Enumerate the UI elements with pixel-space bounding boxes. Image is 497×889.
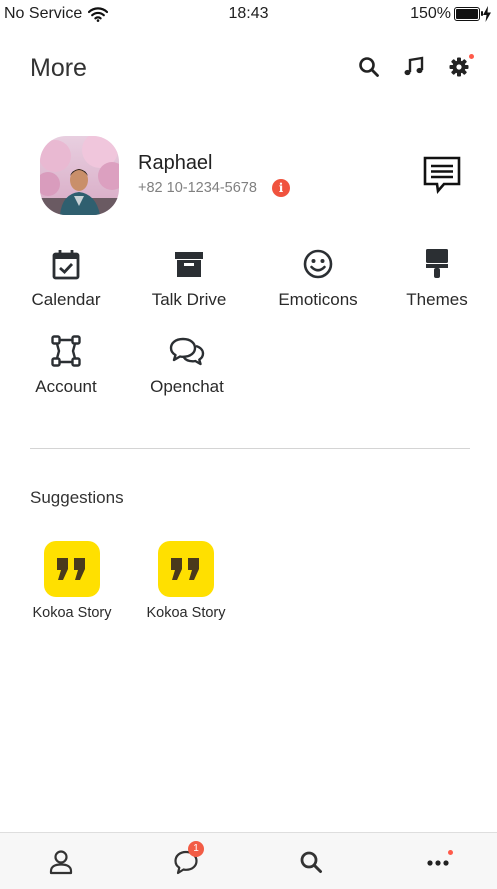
settings-icon (449, 57, 469, 77)
battery-fill (456, 9, 478, 19)
menu-label: Account (35, 377, 97, 396)
search-button[interactable] (357, 55, 381, 79)
account-nodes-icon (51, 335, 81, 367)
suggestion-label: Kokoa Story (32, 605, 112, 621)
menu-label: Emoticons (278, 290, 358, 309)
settings-button[interactable] (447, 54, 474, 79)
charging-bolt-icon (483, 6, 491, 22)
kokoa-story-app-icon (44, 541, 100, 597)
avatar-photo (40, 136, 119, 215)
bottom-nav: 1 (0, 832, 497, 889)
archive-box-icon (175, 252, 203, 277)
suggestion-label: Kokoa Story (146, 605, 226, 621)
status-right: 150% (410, 5, 491, 23)
search-icon (359, 57, 379, 77)
music-button[interactable] (402, 55, 426, 79)
smiley-icon (303, 249, 333, 279)
menu-label: Calendar (31, 290, 101, 309)
profile-phone: +82 10-1234-5678 (138, 180, 257, 196)
more-notification-dot (448, 850, 453, 855)
status-bar: No Service 18:43 150% (0, 0, 497, 30)
nav-friends-button[interactable] (48, 849, 74, 875)
search-icon (300, 851, 322, 873)
chat-unread-badge: 1 (188, 841, 204, 857)
calendar-icon (52, 250, 80, 280)
profile-name[interactable]: Raphael (138, 152, 213, 175)
menu-item-account[interactable]: Account (6, 335, 126, 397)
nav-search-button[interactable] (298, 849, 324, 875)
person-icon (49, 850, 73, 875)
nav-chats-button[interactable]: 1 (173, 841, 204, 875)
suggestion-item[interactable]: Kokoa Story (22, 541, 122, 621)
info-icon[interactable]: i (272, 179, 290, 197)
profile-message-button[interactable] (422, 155, 462, 200)
menu-item-talk-drive[interactable]: Talk Drive (129, 248, 249, 310)
battery-icon (454, 7, 483, 21)
menu-item-emoticons[interactable]: Emoticons (258, 248, 378, 310)
suggestions-title: Suggestions (30, 488, 124, 507)
menu-label: Talk Drive (151, 290, 227, 309)
menu-label: Openchat (150, 377, 224, 396)
music-icon (404, 56, 424, 76)
quote-icon (171, 558, 199, 580)
divider (30, 448, 470, 449)
paint-brush-icon (426, 249, 448, 278)
quote-icon (57, 558, 85, 580)
chat-bubbles-icon (169, 337, 205, 366)
suggestion-item[interactable]: Kokoa Story (136, 541, 236, 621)
kokoa-story-app-icon (158, 541, 214, 597)
menu-item-calendar[interactable]: Calendar (6, 248, 126, 310)
header-actions (357, 54, 474, 79)
avatar[interactable] (40, 136, 119, 215)
battery-percent: 150% (410, 5, 451, 22)
menu-label: Themes (406, 290, 468, 309)
message-icon (423, 156, 461, 195)
nav-more-button[interactable] (425, 849, 453, 875)
menu-item-opencht[interactable]: Openchat (127, 335, 247, 397)
menu-item-themes[interactable]: Themes (377, 248, 497, 310)
page-title: More (30, 54, 87, 82)
settings-notification-dot (469, 54, 474, 59)
